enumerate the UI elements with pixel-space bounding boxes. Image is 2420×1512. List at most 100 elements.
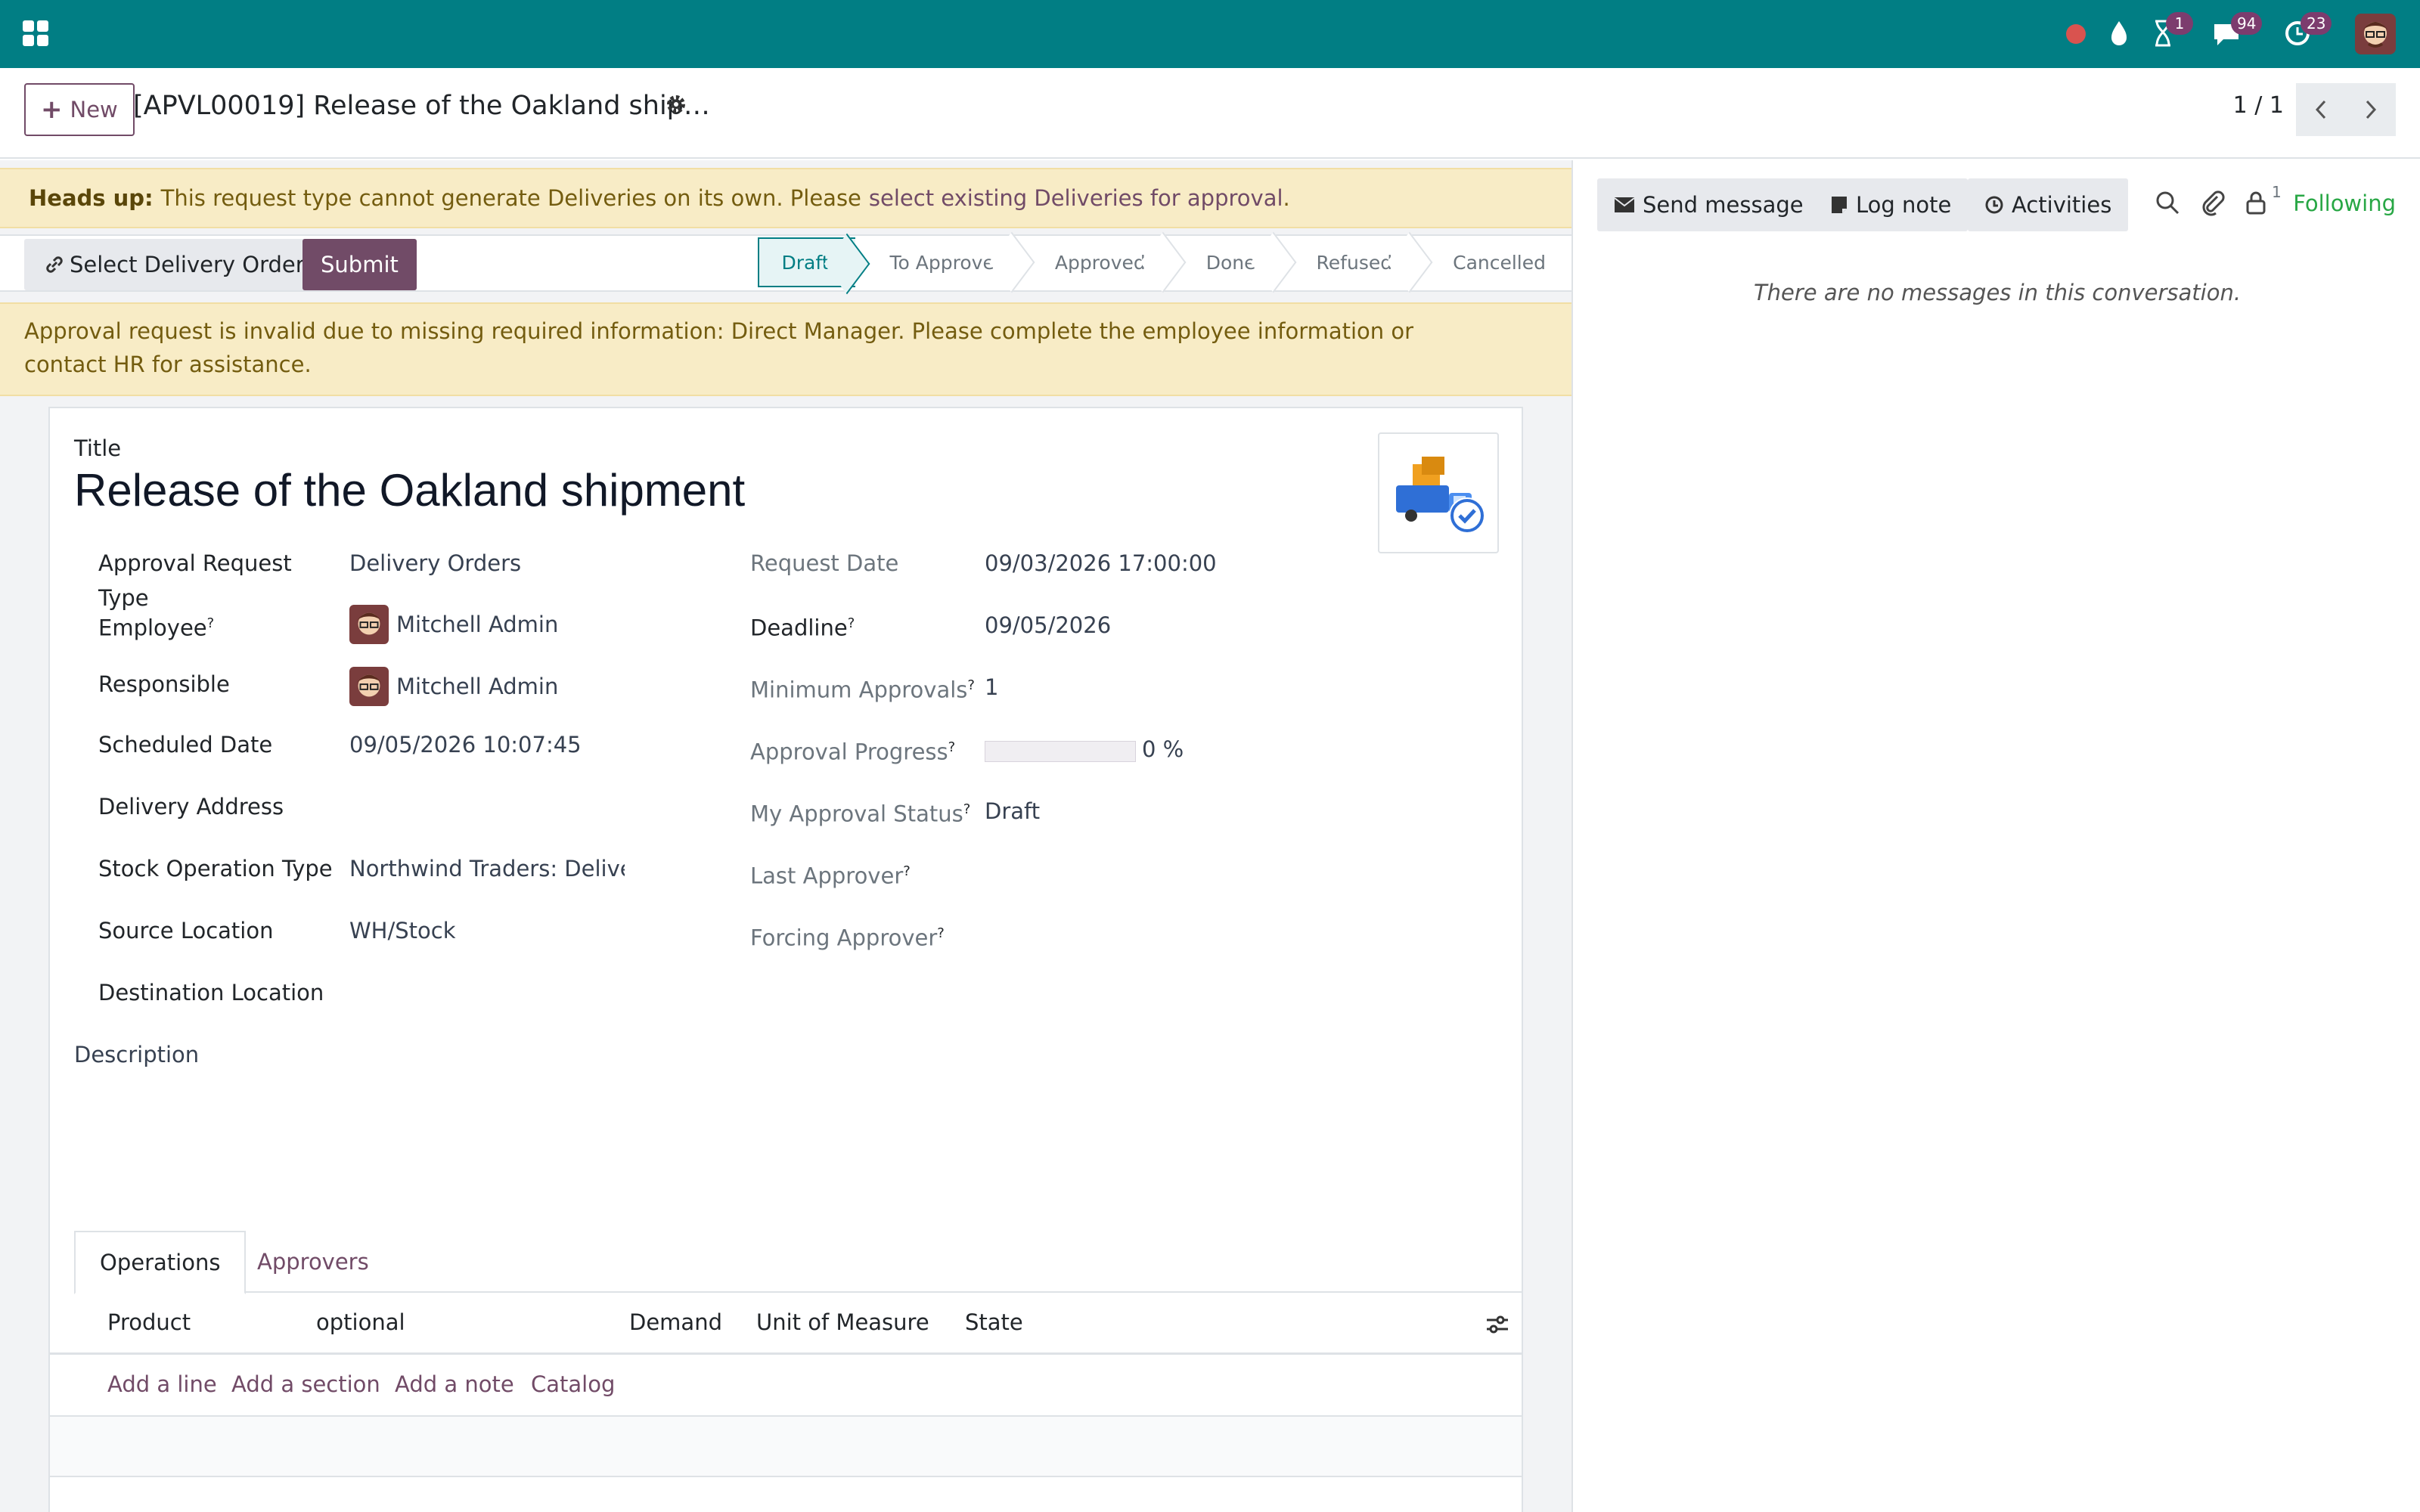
deadline-label: Deadline? <box>750 615 855 641</box>
add-a-line-link[interactable]: Add a line <box>107 1371 217 1397</box>
new-button[interactable]: + New <box>24 83 135 136</box>
stage-to-approve[interactable]: To Approve <box>855 237 1020 287</box>
catalog-link[interactable]: Catalog <box>531 1371 615 1397</box>
scheduled-date-value[interactable]: 09/05/2026 10:07:45 <box>349 727 582 762</box>
submit-button[interactable]: Submit <box>302 239 417 290</box>
responsible-label: Responsible <box>98 671 230 697</box>
pager-previous-button[interactable] <box>2296 83 2346 136</box>
status-stages: Draft To Approve Approved Done Refused C… <box>757 237 1571 287</box>
user-avatar[interactable] <box>2355 14 2396 54</box>
employee-name: Mitchell Admin <box>396 612 559 637</box>
recording-indicator-icon[interactable] <box>2066 24 2086 44</box>
no-messages-text: There are no messages in this conversati… <box>1753 280 2242 305</box>
forcing-approver-label: Forcing Approver? <box>750 925 945 951</box>
destination-location-label: Destination Location <box>98 980 324 1005</box>
activity-hourglass-icon[interactable]: 1 <box>2149 12 2193 48</box>
responsible-avatar <box>349 667 389 706</box>
operations-table-header: Product optional Demand Unit of Measure … <box>50 1293 1522 1355</box>
gear-icon[interactable] <box>664 92 690 118</box>
add-a-note-link[interactable]: Add a note <box>395 1371 514 1397</box>
column-state[interactable]: State <box>965 1309 1023 1335</box>
activities-button[interactable]: Activities <box>1968 178 2129 231</box>
responsible-field[interactable]: Mitchell Admin <box>349 665 558 708</box>
responsible-name: Mitchell Admin <box>396 674 559 699</box>
send-message-label: Send message <box>1643 192 1804 218</box>
my-approval-status-value: Draft <box>985 798 1041 824</box>
description-field[interactable] <box>74 1077 1496 1213</box>
category-image[interactable] <box>1378 432 1499 553</box>
column-settings-icon[interactable] <box>1484 1311 1511 1338</box>
heads-up-text: This request type cannot generate Delive… <box>160 185 861 211</box>
column-demand[interactable]: Demand <box>629 1309 722 1335</box>
clock-icon[interactable]: 23 <box>2282 12 2332 48</box>
breadcrumb-record-title: [APVL00019] Release of the Oakland ship… <box>133 91 710 121</box>
stage-draft[interactable]: Draft <box>757 237 855 287</box>
form-pane: Heads up: This request type cannot gener… <box>0 160 1573 1512</box>
select-deliveries-link[interactable]: select existing Deliveries for approval <box>869 185 1283 211</box>
approval-type-value[interactable]: Delivery Orders <box>349 546 521 581</box>
pager-value[interactable]: 1 / 1 <box>2233 92 2284 119</box>
destination-location-value[interactable] <box>349 975 667 1010</box>
column-optional[interactable]: optional <box>316 1309 405 1335</box>
plus-icon: + <box>41 94 63 125</box>
pager-next-button[interactable] <box>2346 83 2396 136</box>
stock-operation-type-value[interactable]: Northwind Traders: Delivery <box>349 851 625 886</box>
following-button[interactable]: Following <box>2293 191 2396 216</box>
activities-label: Activities <box>2012 192 2112 218</box>
apps-grid-icon[interactable] <box>23 20 48 46</box>
followers-lock-icon[interactable] <box>2243 189 2273 219</box>
form-sheet: Title Release of the Oakland shipment Ap… <box>48 407 1523 1512</box>
stage-refused[interactable]: Refused <box>1281 237 1419 287</box>
tab-approvers[interactable]: Approvers <box>233 1231 393 1293</box>
employee-avatar <box>349 605 389 644</box>
delivery-truck-icon <box>1396 457 1485 534</box>
stage-approved[interactable]: Approved <box>1019 237 1171 287</box>
paperclip-icon[interactable] <box>2199 189 2229 219</box>
stock-operation-type-label: Stock Operation Type <box>98 856 333 881</box>
envelope-icon <box>1614 197 1635 212</box>
employee-label: Employee? <box>98 615 215 641</box>
clock-outline-icon <box>1985 196 2003 214</box>
title-label: Title <box>74 435 122 461</box>
stage-done[interactable]: Done <box>1171 237 1282 287</box>
log-note-button[interactable]: Log note <box>1813 178 1969 231</box>
heads-up-strong: Heads up: <box>29 185 154 211</box>
request-date-value: 09/03/2026 17:00:00 <box>985 550 1217 576</box>
source-location-label: Source Location <box>98 918 274 943</box>
column-unit-of-measure[interactable]: Unit of Measure <box>756 1309 929 1335</box>
title-field[interactable]: Release of the Oakland shipment <box>74 464 745 516</box>
messages-badge: 94 <box>2231 12 2263 35</box>
drop-icon[interactable] <box>2105 18 2133 48</box>
approval-type-label: Approval Request Type <box>98 550 292 611</box>
request-date-label: Request Date <box>750 550 899 576</box>
tab-operations[interactable]: Operations <box>74 1231 247 1294</box>
add-a-section-link[interactable]: Add a section <box>231 1371 380 1397</box>
my-approval-status-label: My Approval Status? <box>750 801 971 827</box>
select-delivery-order-button[interactable]: Select Delivery Order <box>24 239 324 290</box>
column-product[interactable]: Product <box>107 1309 191 1335</box>
last-approver-label: Last Approver? <box>750 863 911 889</box>
top-navbar: 1 94 23 <box>0 0 2420 68</box>
approval-progress-label: Approval Progress? <box>750 739 956 765</box>
chevron-left-icon <box>2315 100 2326 119</box>
minimum-approvals-value: 1 <box>985 674 999 700</box>
employee-field[interactable]: Mitchell Admin <box>349 603 558 646</box>
stage-cancelled[interactable]: Cancelled <box>1418 237 1571 287</box>
link-icon <box>46 256 63 273</box>
heads-up-end: . <box>1283 185 1290 211</box>
operations-empty-row <box>50 1417 1522 1477</box>
search-icon[interactable] <box>2154 189 2184 219</box>
delivery-address-value[interactable] <box>349 789 667 824</box>
new-button-label: New <box>70 97 118 122</box>
chevron-right-icon <box>2366 100 2377 119</box>
activity-badge: 1 <box>2166 12 2193 35</box>
deadline-value[interactable]: 09/05/2026 <box>985 608 1111 643</box>
statusbar: Select Delivery Order Submit Draft To Ap… <box>0 234 1571 292</box>
send-message-button[interactable]: Send message <box>1597 178 1820 231</box>
notebook-tabs: Operations Approvers <box>74 1231 1522 1294</box>
messages-icon[interactable]: 94 <box>2211 12 2263 48</box>
minimum-approvals-label: Minimum Approvals? <box>750 677 975 703</box>
followers-count: 1 <box>2272 183 2282 201</box>
scheduled-date-label: Scheduled Date <box>98 732 273 758</box>
source-location-value[interactable]: WH/Stock <box>349 913 456 948</box>
